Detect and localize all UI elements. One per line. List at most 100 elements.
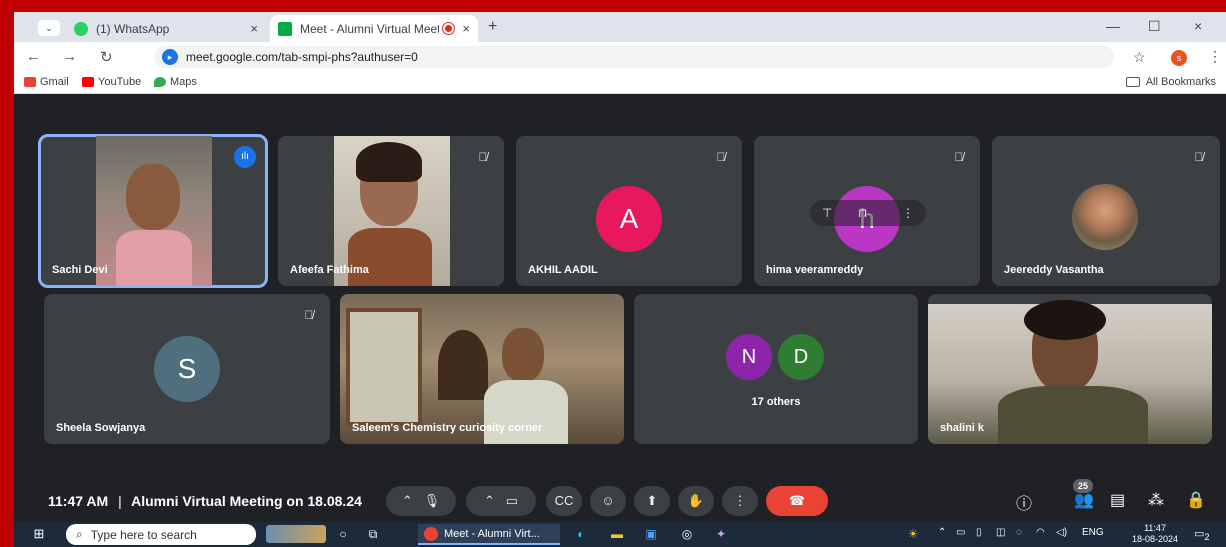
weather-widget-icon[interactable] xyxy=(266,525,326,543)
back-icon[interactable]: ← xyxy=(26,48,41,65)
participant-tile[interactable]: 🎙̸ Jeereddy Vasantha xyxy=(992,136,1220,286)
app-icon[interactable]: ◎ xyxy=(678,525,696,543)
participant-photo xyxy=(1072,184,1138,250)
people-icon[interactable]: 👥 xyxy=(1074,490,1094,510)
hang-up-icon: ☎ xyxy=(788,493,806,508)
participant-tile[interactable]: 🎙̸ A AKHIL AADIL xyxy=(516,136,742,286)
weather-tray-icon[interactable]: ☀ xyxy=(904,525,922,543)
taskbar-search[interactable]: ⌕ Type here to search xyxy=(66,524,256,545)
new-tab-button[interactable]: + xyxy=(488,18,497,36)
windows-taskbar: ⊞ ⌕ Type here to search ○ ⧉ Meet - Alumn… xyxy=(14,522,1226,547)
language-indicator[interactable]: ENG xyxy=(1082,527,1104,538)
meeting-details-icon[interactable]: ⓘ xyxy=(1016,490,1032,514)
taskbar-app-label: Meet - Alumni Virt... xyxy=(444,527,540,540)
raise-hand-button[interactable]: ✋ xyxy=(678,486,714,516)
participant-name: Saleem's Chemistry curiosity corner xyxy=(352,422,543,434)
participant-tile[interactable]: ılı Sachi Devi xyxy=(38,134,268,288)
volume-icon[interactable]: ◁) xyxy=(1056,527,1067,538)
bookmark-maps[interactable]: Maps xyxy=(154,76,197,88)
meeting-clock: 11:47 AM xyxy=(48,493,109,509)
participant-name: AKHIL AADIL xyxy=(528,264,598,276)
notification-center[interactable]: ▭2 xyxy=(1194,527,1210,542)
chevron-up-icon[interactable]: ⌃ xyxy=(484,493,495,508)
windows-start-icon[interactable]: ⊞ xyxy=(30,525,48,543)
battery-icon[interactable]: ▭ xyxy=(956,527,965,538)
bookmark-star-icon[interactable]: ☆ xyxy=(1133,49,1146,66)
bookmark-label: Gmail xyxy=(40,76,69,88)
chat-icon[interactable]: ▤ xyxy=(1110,490,1125,510)
present-button[interactable]: ⬆ xyxy=(634,486,670,516)
system-clock[interactable]: 11:47 18-08-2024 xyxy=(1132,523,1178,545)
chevron-up-icon[interactable]: ⌃ xyxy=(402,493,413,508)
muted-mic-icon: 🎙̸ xyxy=(304,308,314,322)
tab-search-icon[interactable]: ⌄ xyxy=(38,20,60,36)
minimize-button[interactable]: — xyxy=(1106,18,1120,34)
bookmark-gmail[interactable]: Gmail xyxy=(24,76,69,88)
wifi-icon[interactable]: ◠ xyxy=(1036,527,1045,538)
site-info-icon[interactable]: ▸ xyxy=(162,49,178,65)
pin-icon[interactable]: ⊤ xyxy=(822,200,832,226)
maximize-button[interactable]: ☐ xyxy=(1148,18,1161,35)
participant-name: Sachi Devi xyxy=(52,264,108,276)
screen: ⌄ (1) WhatsApp × Meet - Alumni Virtual M… xyxy=(14,12,1226,547)
forward-icon[interactable]: → xyxy=(62,48,77,65)
file-explorer-icon[interactable]: ▬ xyxy=(608,525,626,543)
task-view-icon[interactable]: ⧉ xyxy=(364,525,382,543)
captions-icon: CC xyxy=(554,493,574,508)
network-icon[interactable]: ▯ xyxy=(976,527,982,538)
close-tab-icon[interactable]: × xyxy=(462,21,470,36)
all-bookmarks-label: All Bookmarks xyxy=(1145,76,1216,88)
camera-button[interactable]: ⌃ ▭ xyxy=(466,486,536,516)
tab-label: Meet - Alumni Virtual Meet xyxy=(300,21,440,36)
maps-icon xyxy=(154,77,166,87)
reload-icon[interactable]: ↻ xyxy=(100,48,113,66)
close-tab-icon[interactable]: × xyxy=(250,21,258,36)
tray-chevron-icon[interactable]: ⌃ xyxy=(938,527,946,538)
cortana-icon[interactable]: ○ xyxy=(334,525,352,543)
muted-mic-icon: 🎙̸ xyxy=(478,150,488,164)
bookmark-youtube[interactable]: YouTube xyxy=(82,76,141,88)
gmail-icon xyxy=(24,77,36,87)
meet-control-bar: 11:47 AM | Alumni Virtual Meeting on 18.… xyxy=(14,479,1226,522)
tab-meet[interactable]: Meet - Alumni Virtual Meet × xyxy=(270,15,478,42)
muted-mic-icon: 🎙̸ xyxy=(954,150,964,164)
recording-icon xyxy=(443,23,455,34)
clock-time: 11:47 xyxy=(1144,523,1166,533)
participant-tile[interactable]: 🎙̸ h ⊤ ⊓ ⋮ hima veeramreddy xyxy=(754,136,980,286)
participant-tile[interactable]: Saleem's Chemistry curiosity corner xyxy=(340,294,624,444)
tab-label: (1) WhatsApp xyxy=(96,21,170,36)
onedrive-icon[interactable]: ◌ xyxy=(1016,527,1022,538)
participant-tile[interactable]: 🎙̸ S Sheela Sowjanya xyxy=(44,294,330,444)
store-icon[interactable]: ▣ xyxy=(642,525,660,543)
captions-button[interactable]: CC xyxy=(546,486,582,516)
camera-icon: ▭ xyxy=(505,493,519,508)
folder-icon xyxy=(1125,77,1140,87)
tab-whatsapp[interactable]: (1) WhatsApp × xyxy=(66,15,266,42)
others-tile[interactable]: N D 17 others xyxy=(634,294,918,444)
profile-avatar[interactable]: s xyxy=(1171,50,1187,66)
mic-button[interactable]: ⌃ 🎙 xyxy=(386,486,456,516)
participant-tile[interactable]: shalini k xyxy=(928,294,1212,444)
browser-menu-icon[interactable]: ⋮ xyxy=(1208,48,1222,65)
others-count-label: 17 others xyxy=(751,396,801,408)
notification-count: 2 xyxy=(1204,532,1210,543)
participant-name: shalini k xyxy=(940,422,985,434)
tile-hover-controls[interactable]: ⊤ ⊓ ⋮ xyxy=(810,200,926,226)
reactions-button[interactable]: ☺ xyxy=(590,486,626,516)
camera-tray-icon[interactable]: ◫ xyxy=(996,527,1005,538)
more-options-button[interactable]: ⋮ xyxy=(722,486,758,516)
minimize-tile-icon[interactable]: ⊓ xyxy=(858,200,867,226)
host-controls-icon[interactable]: 🔒 xyxy=(1186,490,1206,510)
address-bar[interactable]: ▸ meet.google.com/tab-smpi-phs?authuser=… xyxy=(154,46,1114,68)
close-window-button[interactable]: × xyxy=(1194,18,1202,34)
edge-icon[interactable]: ◐ xyxy=(572,525,590,543)
taskbar-chrome-app[interactable]: Meet - Alumni Virt... xyxy=(418,524,560,545)
tab-strip: ⌄ (1) WhatsApp × Meet - Alumni Virtual M… xyxy=(14,12,1226,42)
activities-icon[interactable]: ⁂ xyxy=(1148,490,1164,510)
all-bookmarks[interactable]: All Bookmarks xyxy=(1125,76,1216,88)
more-options-icon[interactable]: ⋮ xyxy=(902,200,914,226)
participant-tile[interactable]: 🎙̸ Afeefa Fathima xyxy=(278,136,504,286)
app-icon-2[interactable]: ✦ xyxy=(712,525,730,543)
end-call-button[interactable]: ☎ xyxy=(766,486,828,516)
meeting-title: Alumni Virtual Meeting on 18.08.24 xyxy=(131,493,362,509)
